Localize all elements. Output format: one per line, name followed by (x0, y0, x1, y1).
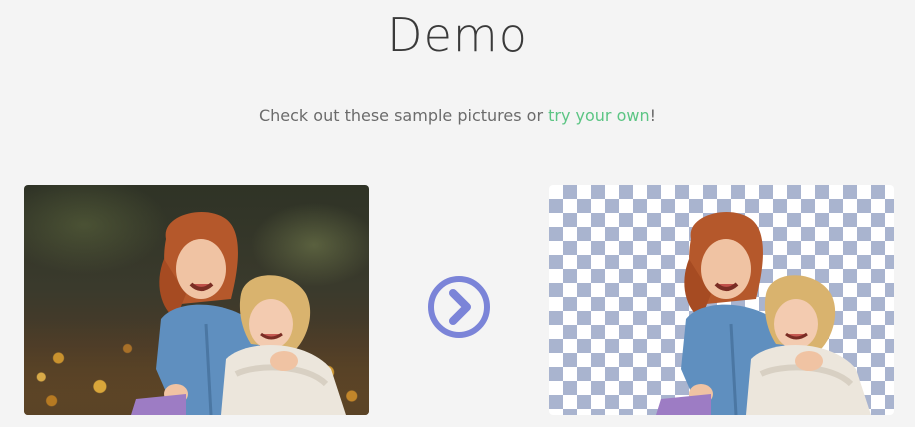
try-your-own-link[interactable]: try your own (548, 106, 649, 125)
subtitle-text: Check out these sample pictures or (258, 106, 549, 125)
subtitle: Check out these sample pictures or try y… (0, 106, 915, 125)
page-title: Demo (387, 8, 528, 62)
sample-original-image[interactable] (24, 185, 369, 415)
background-removed-image[interactable] (549, 185, 894, 415)
chevron-right-circle-icon[interactable] (426, 274, 492, 340)
demo-section: Demo Check out these sample pictures or … (0, 0, 915, 427)
children-hugging-figure (131, 211, 346, 415)
children-hugging-cutout (656, 211, 871, 415)
subtitle-suffix: ! (649, 106, 657, 125)
